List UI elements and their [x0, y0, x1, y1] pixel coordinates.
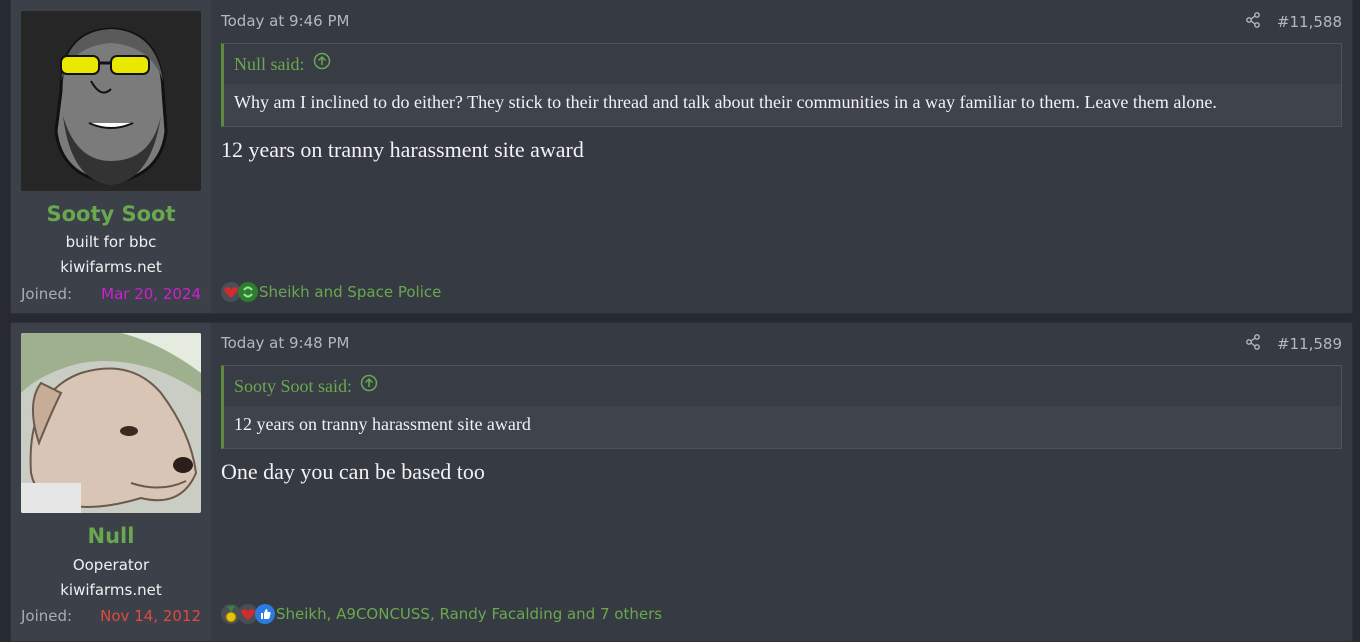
joined-date: Nov 14, 2012 [100, 607, 201, 625]
quote-text: 12 years on tranny harassment site award [234, 414, 531, 434]
quote-author[interactable]: Sooty Soot said: [234, 366, 352, 406]
quote-header[interactable]: Sooty Soot said: [224, 366, 1341, 406]
post-meta: #11,588 [1245, 12, 1342, 32]
post-date[interactable]: Today at 9:46 PM [221, 12, 349, 30]
avatar[interactable] [21, 333, 201, 513]
post-number[interactable]: #11,589 [1277, 335, 1342, 353]
joined-date: Mar 20, 2024 [101, 285, 201, 303]
post-number[interactable]: #11,588 [1277, 13, 1342, 31]
joined-row: Joined: Nov 14, 2012 [21, 607, 201, 625]
reactions-bar[interactable]: Sheikh and Space Police [221, 282, 441, 302]
thumbs-up-reaction-icon[interactable] [255, 604, 275, 624]
arrow-up-circle-icon[interactable] [360, 366, 378, 406]
user-site: kiwifarms.net [60, 258, 162, 276]
user-site: kiwifarms.net [60, 581, 162, 599]
reaction-users[interactable]: Sheikh and Space Police [259, 283, 441, 301]
joined-label: Joined: [21, 285, 73, 303]
quote-author[interactable]: Null said: [234, 44, 305, 84]
username[interactable]: Sooty Soot [11, 202, 211, 226]
username[interactable]: Null [11, 524, 211, 548]
quote-text: Why am I inclined to do either? They sti… [234, 92, 1217, 112]
joined-row: Joined: Mar 20, 2024 [21, 285, 201, 303]
user-title: Ooperator [72, 556, 150, 574]
user-info-panel: Null Ooperator kiwifarms.net Joined: Nov… [11, 323, 211, 641]
quote-block: Sooty Soot said: 12 years on tranny hara… [221, 365, 1342, 449]
joined-label: Joined: [21, 607, 73, 625]
recycle-reaction-icon[interactable] [238, 282, 258, 302]
post: Sooty Soot built for bbc kiwifarms.net J… [10, 0, 1353, 314]
share-icon[interactable] [1245, 12, 1261, 32]
post-body: One day you can be based too [221, 459, 485, 484]
post-main: Today at 9:48 PM #11,589 Sooty Soot said… [221, 323, 1342, 641]
arrow-up-circle-icon[interactable] [313, 44, 331, 84]
quote-block: Null said: Why am I inclined to do eithe… [221, 43, 1342, 127]
post-meta: #11,589 [1245, 334, 1342, 354]
post-body: 12 years on tranny harassment site award [221, 137, 584, 162]
avatar[interactable] [21, 11, 201, 191]
post: Null Ooperator kiwifarms.net Joined: Nov… [10, 322, 1353, 642]
post-main: Today at 9:46 PM #11,588 Null said: Why … [221, 0, 1342, 313]
quote-header[interactable]: Null said: [224, 44, 1341, 84]
reaction-users[interactable]: Sheikh, A9CONCUSS, Randy Facalding and 7… [276, 605, 662, 623]
share-icon[interactable] [1245, 334, 1261, 354]
user-title: built for bbc [65, 233, 157, 251]
user-info-panel: Sooty Soot built for bbc kiwifarms.net J… [11, 0, 211, 313]
post-date[interactable]: Today at 9:48 PM [221, 334, 349, 352]
reactions-bar[interactable]: Sheikh, A9CONCUSS, Randy Facalding and 7… [221, 604, 662, 624]
